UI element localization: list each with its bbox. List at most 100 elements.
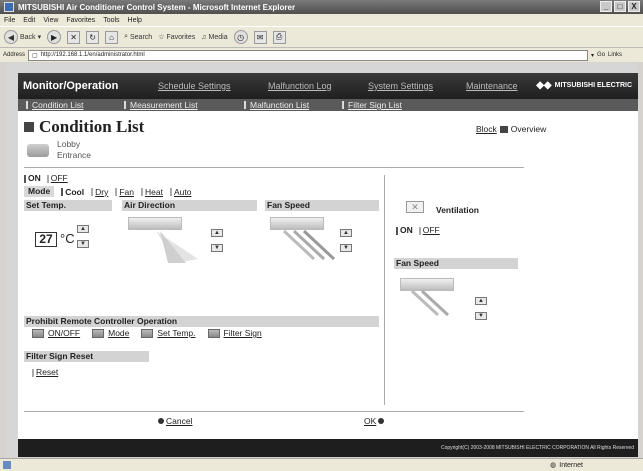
air-direction-up-button[interactable]: ▲ bbox=[211, 229, 223, 237]
subnav-malfunction-list[interactable]: Malfunction List bbox=[244, 100, 342, 110]
stop-button[interactable]: ✕ bbox=[67, 30, 81, 44]
unit-name-line1: Lobby bbox=[57, 139, 81, 149]
page-heading: Condition List bbox=[24, 117, 144, 137]
page-icon: ▢ bbox=[32, 52, 38, 59]
temp-down-button[interactable]: ▼ bbox=[77, 240, 89, 248]
vent-fan-down-button[interactable]: ▼ bbox=[475, 312, 487, 320]
vent-onoff-row: ON OFF bbox=[396, 225, 440, 235]
go-button[interactable]: Go bbox=[597, 52, 605, 58]
ie-app-icon bbox=[4, 2, 14, 12]
prohibit-label: Prohibit Remote Controller Operation bbox=[24, 316, 379, 327]
forward-button[interactable]: ▶ bbox=[47, 30, 62, 44]
star-icon: ☆ bbox=[158, 34, 165, 41]
ventilation-icon: ✕ bbox=[406, 201, 424, 213]
subnav-measurement-list[interactable]: Measurement List bbox=[124, 100, 244, 110]
refresh-button[interactable]: ↻ bbox=[86, 30, 100, 44]
sub-nav: Condition List Measurement List Malfunct… bbox=[18, 99, 638, 111]
temp-up-button[interactable]: ▲ bbox=[77, 225, 89, 233]
address-label: Address bbox=[3, 52, 26, 58]
address-bar: Address ▢ http://192.168.1.1/en/administ… bbox=[0, 48, 643, 62]
media-button[interactable]: ♫ Media bbox=[201, 34, 227, 41]
vent-fan-up-button[interactable]: ▲ bbox=[475, 297, 487, 305]
search-button[interactable]: ⌕ Search bbox=[124, 33, 152, 41]
menu-favorites[interactable]: Favorites bbox=[66, 17, 95, 24]
nav-maintenance[interactable]: Maintenance bbox=[466, 81, 518, 91]
menu-edit[interactable]: Edit bbox=[23, 17, 35, 24]
vent-fan-speed-icon bbox=[410, 289, 450, 317]
links-label[interactable]: Links bbox=[608, 52, 622, 58]
address-url: http://192.168.1.1/en/administrator.html bbox=[40, 52, 145, 58]
minimize-button[interactable]: _ bbox=[600, 1, 612, 12]
print-button[interactable]: ⎙ bbox=[272, 30, 286, 44]
cancel-button[interactable]: Cancel bbox=[158, 416, 192, 426]
browser-viewport: Monitor/Operation Schedule Settings Malf… bbox=[6, 63, 638, 457]
prohibit-mode[interactable]: Mode bbox=[92, 328, 129, 338]
overview-icon bbox=[499, 125, 508, 133]
back-button[interactable]: ◀ Back ▾ bbox=[4, 30, 41, 44]
menu-help[interactable]: Help bbox=[128, 17, 142, 24]
mode-heat[interactable]: Heat bbox=[140, 187, 163, 197]
subnav-filter-sign-list[interactable]: Filter Sign List bbox=[342, 100, 402, 110]
vent-off-option[interactable]: OFF bbox=[418, 225, 440, 235]
temp-value: 27 bbox=[35, 232, 57, 247]
remote-controller-icon bbox=[207, 328, 220, 338]
bullet-icon bbox=[158, 418, 164, 424]
remote-controller-icon bbox=[141, 328, 154, 338]
prohibit-filter-sign[interactable]: Filter Sign bbox=[207, 328, 262, 338]
close-button[interactable]: X bbox=[628, 1, 640, 12]
fan-speed-label: Fan Speed bbox=[265, 200, 379, 211]
page: Monitor/Operation Schedule Settings Malf… bbox=[18, 73, 638, 457]
home-button[interactable]: ⌂ bbox=[105, 30, 119, 44]
block-overview-link: Block Overview bbox=[476, 124, 546, 134]
prohibit-onoff[interactable]: ON/OFF bbox=[32, 328, 80, 338]
mode-auto[interactable]: Auto bbox=[169, 187, 191, 197]
browser-toolbar: ◀ Back ▾ ▶ ✕ ↻ ⌂ ⌕ Search ☆ Favorites ♫ … bbox=[0, 26, 643, 48]
nav-schedule-settings[interactable]: Schedule Settings bbox=[158, 81, 268, 91]
globe-icon: ◍ bbox=[550, 462, 557, 469]
nav-malfunction-log[interactable]: Malfunction Log bbox=[268, 81, 368, 91]
vent-on-option[interactable]: ON bbox=[396, 225, 413, 235]
window-titlebar: MITSUBISHI Air Conditioner Control Syste… bbox=[0, 0, 643, 14]
remote-controller-icon bbox=[32, 328, 44, 338]
menu-file[interactable]: File bbox=[4, 17, 15, 24]
page-title: Condition List bbox=[39, 117, 145, 136]
air-direction-down-button[interactable]: ▼ bbox=[211, 244, 223, 252]
air-direction-label: Air Direction bbox=[122, 200, 257, 211]
menu-view[interactable]: View bbox=[43, 17, 58, 24]
copyright-text: Copyright(C) 2003-2008 MITSUBISHI ELECTR… bbox=[440, 445, 634, 451]
history-button[interactable]: ◷ bbox=[233, 30, 248, 44]
mode-fan[interactable]: Fan bbox=[115, 187, 134, 197]
back-arrow-icon: ◀ bbox=[4, 30, 18, 44]
favorites-button[interactable]: ☆ Favorites bbox=[158, 33, 195, 42]
off-option[interactable]: OFF bbox=[46, 173, 68, 183]
mode-dry[interactable]: Dry bbox=[91, 187, 108, 197]
fan-speed-down-button[interactable]: ▼ bbox=[340, 244, 352, 252]
bullet-icon bbox=[378, 418, 385, 424]
brand-name: MITSUBISHI ELECTRIC bbox=[554, 82, 632, 89]
air-direction-fan-icon bbox=[156, 231, 198, 263]
on-option[interactable]: ON bbox=[24, 173, 41, 183]
nav-title-monitor-operation[interactable]: Monitor/Operation bbox=[23, 80, 158, 92]
maximize-button[interactable]: □ bbox=[614, 1, 626, 12]
window-title: MITSUBISHI Air Conditioner Control Syste… bbox=[18, 2, 296, 12]
ok-button[interactable]: OK bbox=[364, 416, 385, 426]
mode-cool[interactable]: Cool bbox=[61, 187, 84, 197]
mail-button[interactable]: ✉ bbox=[253, 30, 267, 44]
reset-link[interactable]: Reset bbox=[32, 367, 58, 377]
address-dropdown-icon[interactable]: ▾ bbox=[591, 52, 594, 59]
address-input[interactable]: ▢ http://192.168.1.1/en/administrator.ht… bbox=[28, 49, 589, 61]
prohibit-set-temp[interactable]: Set Temp. bbox=[141, 328, 196, 338]
status-bar: ◍ Internet bbox=[0, 458, 643, 471]
status-zone: Internet bbox=[559, 461, 583, 469]
overview-label: Overview bbox=[510, 124, 547, 134]
page-footer: Copyright(C) 2003-2008 MITSUBISHI ELECTR… bbox=[18, 439, 638, 457]
nav-system-settings[interactable]: System Settings bbox=[368, 81, 466, 91]
page-status-icon bbox=[3, 461, 11, 469]
block-link[interactable]: Block bbox=[476, 124, 497, 134]
divider-top bbox=[24, 167, 524, 168]
subnav-condition-list[interactable]: Condition List bbox=[26, 100, 124, 110]
set-temp-label: Set Temp. bbox=[24, 200, 112, 211]
fan-speed-up-button[interactable]: ▲ bbox=[340, 229, 352, 237]
three-diamonds-icon: ◆◆ bbox=[536, 80, 552, 91]
menu-tools[interactable]: Tools bbox=[103, 17, 119, 24]
